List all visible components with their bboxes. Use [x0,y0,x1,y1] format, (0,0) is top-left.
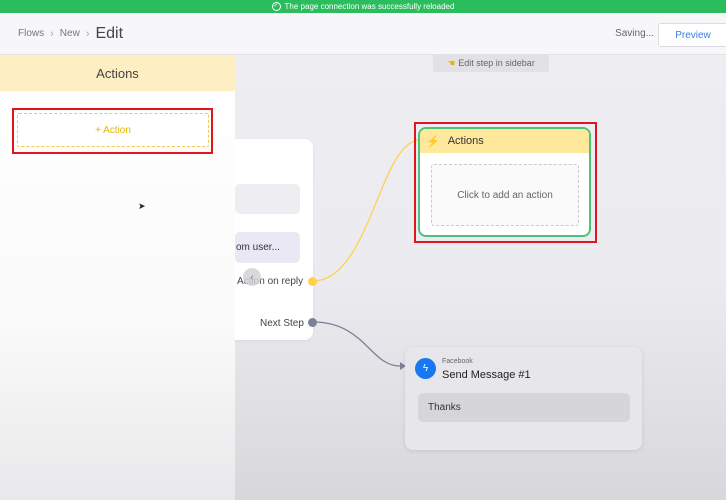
connection-banner: ✓ The page connection was successfully r… [0,0,726,13]
sidebar: Actions + Action ➤ [0,55,235,500]
next-step-label: Next Step [260,318,304,329]
save-status: Saving... [615,28,654,39]
node-field-user-input[interactable]: om user... [235,232,300,263]
chevron-left-icon: ‹ [250,271,254,283]
action-on-reply-port[interactable] [308,277,317,286]
edge-action-on-reply [312,139,421,282]
page-title: Edit [95,24,124,42]
chevron-right-icon: › [85,27,90,40]
edit-hint: ☚ Edit step in sidebar [433,54,549,72]
banner-text: The page connection was successfully rel… [284,2,455,11]
edit-hint-text: Edit step in sidebar [458,58,535,68]
collapse-sidebar-button[interactable]: ‹ [243,268,261,286]
edge-next-step [312,321,401,367]
sidebar-title: Actions [0,55,235,91]
breadcrumb-flows[interactable]: Flows [18,28,44,39]
node-title: Send Message #1 [442,369,531,381]
add-action-placeholder[interactable]: Click to add an action [431,164,579,226]
message-bubble[interactable]: Thanks [418,393,630,422]
actions-node[interactable]: ⚡ Actions Click to add an action [418,127,591,237]
node-field-text: om user... [236,242,280,253]
top-bar: Flows › New › Edit Saving... Preview [0,13,726,55]
messenger-icon: ϟ [415,358,436,379]
node-platform-label: Facebook [442,358,473,365]
actions-node-header: ⚡ Actions [420,129,589,153]
send-message-node[interactable]: ϟ Facebook Send Message #1 Thanks [405,347,642,450]
pointing-hand-icon: ☚ [447,57,456,68]
next-step-port[interactable] [308,318,317,327]
mouse-cursor-icon: ➤ [138,201,146,211]
breadcrumb-new[interactable]: New [60,28,80,39]
lightning-bolt-icon: ⚡ [426,135,440,148]
node-field[interactable] [235,184,300,214]
preview-button[interactable]: Preview [658,23,726,47]
actions-node-title: Actions [447,135,484,147]
chevron-right-icon: › [50,27,54,40]
check-circle-icon: ✓ [271,2,281,11]
add-action-button[interactable]: + Action [17,113,209,147]
